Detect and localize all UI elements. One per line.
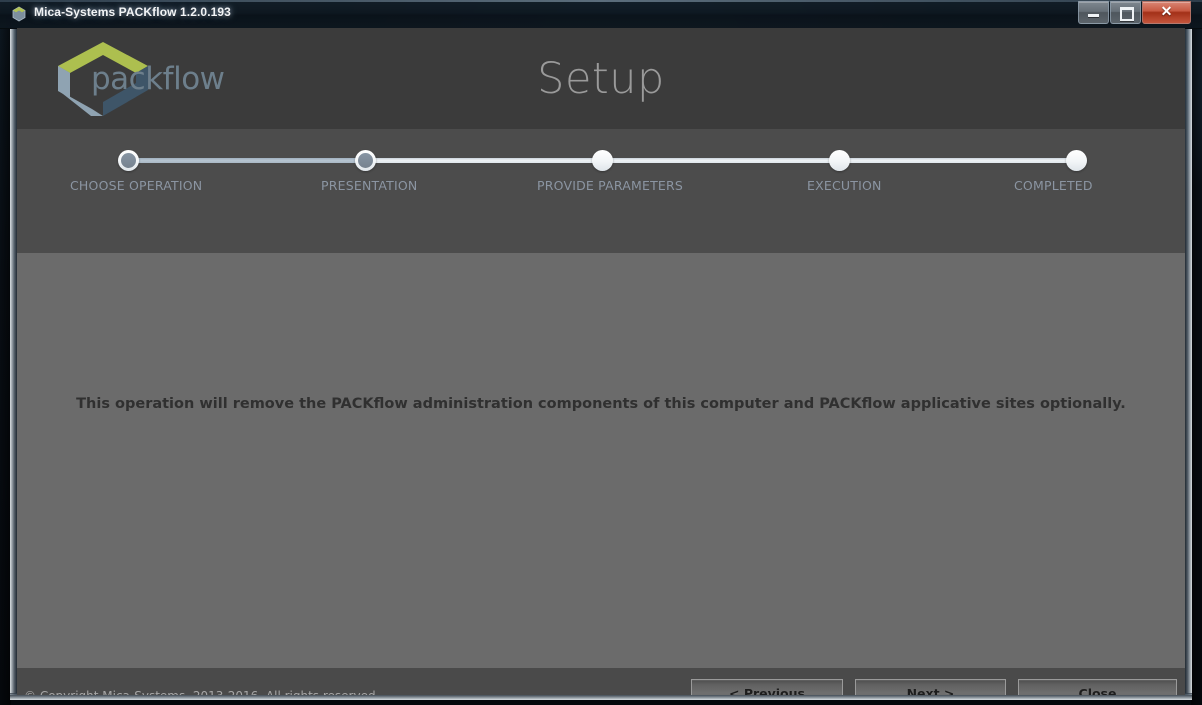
close-window-button[interactable]: ✕ [1142,1,1191,24]
previous-button[interactable]: < Previous [691,679,843,695]
window-border-right [1185,28,1192,695]
main-content: This operation will remove the PACKflow … [17,253,1185,668]
minimize-button[interactable] [1078,1,1109,24]
copyright-text: © Copyright Mica-Systems, 2013-2016. All… [24,689,379,695]
title-bar[interactable]: Mica-Systems PACKflow 1.2.0.193 ✕ [0,0,1202,29]
step-label: EXECUTION [807,178,882,193]
step-label: PRESENTATION [321,178,418,193]
footer-bar: © Copyright Mica-Systems, 2013-2016. All… [17,668,1185,695]
stepper-track-completed [129,158,369,163]
window-shadow-right [1191,0,1202,705]
window-border-left [10,28,17,695]
window-controls: ✕ [1078,1,1191,24]
step-dot [1066,150,1087,171]
page-title: Setup [537,54,665,104]
footer-button-group: < Previous Next > Close [691,679,1177,695]
title-bar-highlight [0,0,1202,2]
packflow-hex-icon [11,6,27,22]
step-dot [355,150,376,171]
progress-stepper: CHOOSE OPERATION PRESENTATION PROVIDE PA… [70,147,1093,217]
close-button[interactable]: Close [1018,679,1177,695]
step-label: PROVIDE PARAMETERS [537,178,684,193]
application-window: Mica-Systems PACKflow 1.2.0.193 ✕ packfl… [0,0,1202,705]
stepper-band: CHOOSE OPERATION PRESENTATION PROVIDE PA… [17,129,1185,253]
next-button[interactable]: Next > [855,679,1006,695]
step-label: CHOOSE OPERATION [70,178,203,193]
step-dot [592,150,613,171]
step-dot [829,150,850,171]
operation-description: This operation will remove the PACKflow … [76,396,1126,412]
step-dot [118,150,139,171]
header-band: packflow Setup [17,28,1185,129]
client-area: packflow Setup CHOOSE OPERATION PRESENTA… [17,28,1185,695]
window-title: Mica-Systems PACKflow 1.2.0.193 [34,5,231,19]
maximize-icon [1120,7,1134,21]
minimize-icon [1088,14,1099,17]
step-label: COMPLETED [1014,178,1093,193]
close-icon: ✕ [1160,5,1173,20]
maximize-button[interactable] [1110,1,1141,24]
